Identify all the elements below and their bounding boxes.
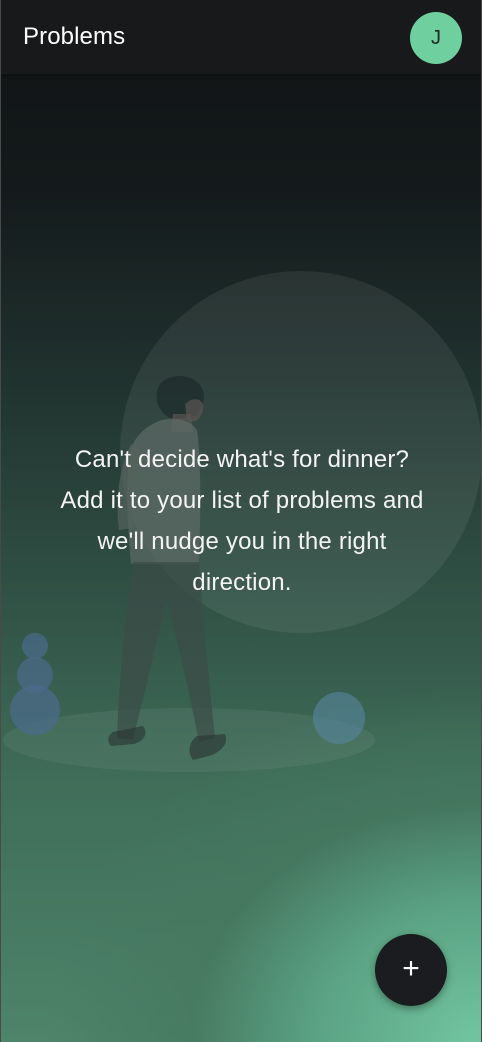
- snowman-head: [22, 633, 48, 659]
- message-line: we'll nudge you in the right: [97, 528, 387, 555]
- message-line: Can't decide what's for dinner?: [74, 446, 410, 473]
- app-screen: Problems J Can't decide what's for dinne…: [0, 0, 482, 1042]
- plus-icon: +: [402, 952, 420, 985]
- message-line: Add it to your list of problems and: [60, 487, 424, 514]
- app-header: Problems J: [1, 0, 481, 74]
- page-title: Problems: [23, 23, 126, 50]
- user-avatar[interactable]: J: [410, 12, 462, 64]
- snowman-middle: [17, 657, 53, 693]
- empty-state-message: Can't decide what's for dinner? Add it t…: [41, 439, 443, 603]
- ball-shape: [313, 692, 365, 744]
- message-line: direction.: [192, 569, 292, 596]
- add-problem-button[interactable]: +: [375, 934, 447, 1006]
- snowman-figure: [10, 633, 60, 735]
